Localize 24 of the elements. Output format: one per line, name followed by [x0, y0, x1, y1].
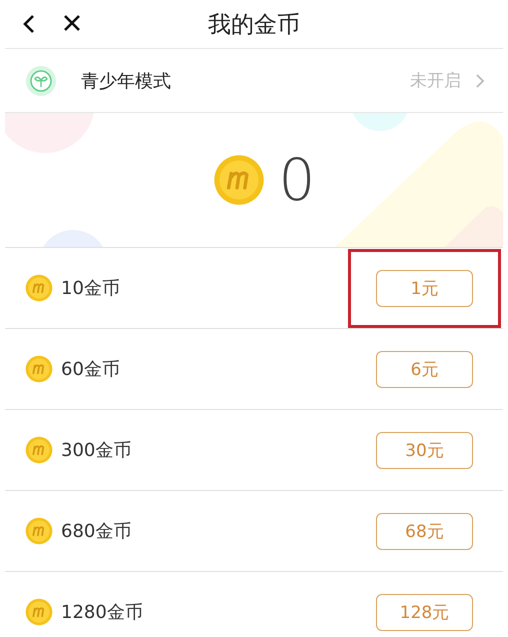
- sprout-icon: [25, 64, 57, 96]
- coin-amount: 680金币: [61, 520, 132, 543]
- price-button[interactable]: 128元: [376, 594, 473, 630]
- close-icon[interactable]: [63, 14, 81, 32]
- coin-amount: 1280金币: [61, 601, 144, 624]
- coin-balance: 0: [278, 151, 316, 209]
- price-button[interactable]: 1元: [376, 270, 473, 306]
- price-button[interactable]: 68元: [376, 512, 473, 550]
- price-button[interactable]: 30元: [376, 432, 473, 468]
- coin-icon: [25, 355, 53, 383]
- coin-icon: [25, 598, 53, 626]
- coin-amount: 300金币: [61, 439, 132, 462]
- chevron-right-icon: [475, 72, 485, 88]
- teen-mode-status: 未开启: [410, 70, 461, 92]
- teen-mode-label[interactable]: 青少年模式: [81, 68, 410, 92]
- coin-icon: [25, 436, 53, 464]
- page-title: 我的金币: [208, 12, 300, 38]
- coin-icon: [25, 274, 53, 302]
- back-icon[interactable]: [21, 14, 37, 34]
- price-button[interactable]: 6元: [376, 350, 473, 388]
- coin-icon: [212, 154, 265, 206]
- coin-icon: [25, 517, 53, 545]
- coin-amount: 10金币: [61, 277, 121, 300]
- coin-amount: 60金币: [61, 358, 121, 381]
